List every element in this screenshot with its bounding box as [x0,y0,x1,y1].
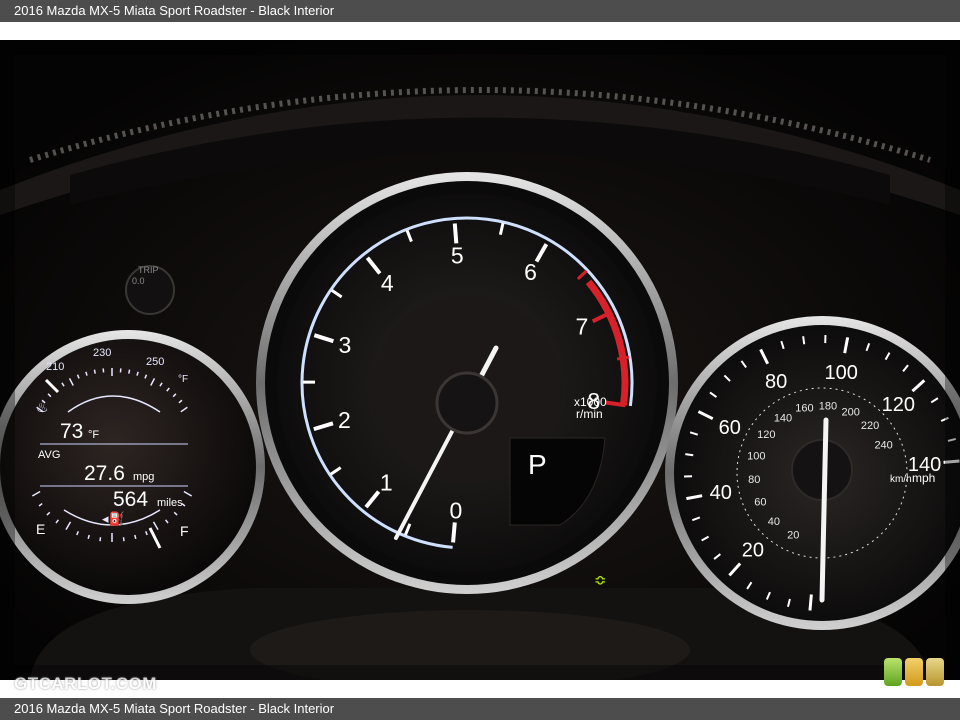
speed-tick [808,594,813,611]
mph-label: 40 [710,482,732,504]
tach-unit-rpm: r/min [576,407,603,421]
badge-yellow [905,658,923,686]
temp-unit: °F [178,374,188,385]
kmh-label: 220 [861,420,879,432]
speed-tick [802,336,806,345]
mph-label: 20 [742,539,764,561]
fuel-economy-unit: mpg [133,471,154,483]
speed-tick [685,453,694,457]
top-caption-bar: 2016 Mazda MX-5 Miata Sport Roadster - B… [0,0,960,22]
bottom-caption-bar: 2016 Mazda MX-5 Miata Sport Roadster - B… [0,698,960,720]
kmh-label: 160 [795,402,813,414]
avg-label: AVG [38,449,60,461]
tach-label: 3 [338,332,351,358]
tach-tick [616,355,630,361]
temp-label-230: 230 [93,347,111,359]
fuel-full-label: F [180,523,189,539]
tach-label: 4 [381,270,394,296]
tach-tick [452,223,459,244]
kmh-label: 180 [819,400,837,412]
mph-label: 100 [824,362,857,384]
cluster-svg: TRIP 0.0 210 230 250 °F ♨ 73 °F AVG 27.6… [0,40,960,680]
caption-title-bottom: 2016 Mazda MX-5 Miata Sport Roadster - B… [14,701,335,716]
mph-label: 60 [719,417,741,439]
tachometer-hub [435,371,499,435]
badge-gold [926,658,944,686]
kmh-label: 40 [768,516,780,528]
fuel-economy-value: 27.6 [84,462,125,485]
tach-tick [605,400,626,408]
headlight-indicator-icon: ≎ [594,572,607,589]
tach-label: 6 [524,259,537,285]
tachometer: 012345678 x1000 r/min P [256,172,678,594]
kmh-label: 80 [748,474,760,486]
rating-badges [884,658,948,688]
tach-label: 1 [380,469,393,495]
temp-label-250: 250 [146,356,164,368]
kmh-label: 120 [757,429,775,441]
speed-unit-kmh: km/h [890,474,912,485]
fuel-tick [87,534,90,540]
trip-button-sublabel: 0.0 [132,276,145,286]
mph-label: 80 [765,371,787,393]
mph-label: 120 [882,394,915,416]
kmh-label: 100 [747,450,765,462]
temp-tick [128,369,131,374]
fuel-tick [122,537,125,542]
coolant-temp-icon: ♨ [36,399,49,415]
gear-indicator: P [528,449,547,480]
kmh-label: 240 [874,439,892,451]
fuel-pump-icon: ◂⛽ [102,511,125,526]
temp-label-210: 210 [46,361,64,373]
tach-label: 0 [449,498,462,524]
kmh-label: 140 [774,412,792,424]
tach-label: 7 [576,314,589,340]
fuel-empty-label: E [36,521,45,537]
caption-title: 2016 Mazda MX-5 Miata Sport Roadster - B… [14,3,335,18]
fuel-tick [134,534,137,540]
kmh-label: 20 [787,530,799,542]
kmh-label: 60 [754,497,766,509]
speed-unit-mph: mph [912,471,935,485]
kmh-label: 200 [842,406,860,418]
instrument-cluster-photo: TRIP 0.0 210 230 250 °F ♨ 73 °F AVG 27.6… [0,40,960,680]
badge-green [884,658,902,686]
watermark-logo: GTCARLOT.COM [14,674,157,693]
outside-temp-value: 73 [60,420,83,443]
tach-label: 5 [451,242,464,268]
range-unit: miles [157,497,183,509]
outside-temp-unit: °F [88,429,99,441]
trip-button-label: TRIP [138,265,159,275]
info-display-face [0,339,256,595]
range-value: 564 [113,488,148,511]
temp-tick [93,369,96,374]
tach-label: 2 [338,407,351,433]
tach-tick [451,522,457,543]
fuel-tick [99,537,102,542]
info-display: 210 230 250 °F ♨ 73 °F AVG 27.6 mpg 564 … [0,330,265,604]
